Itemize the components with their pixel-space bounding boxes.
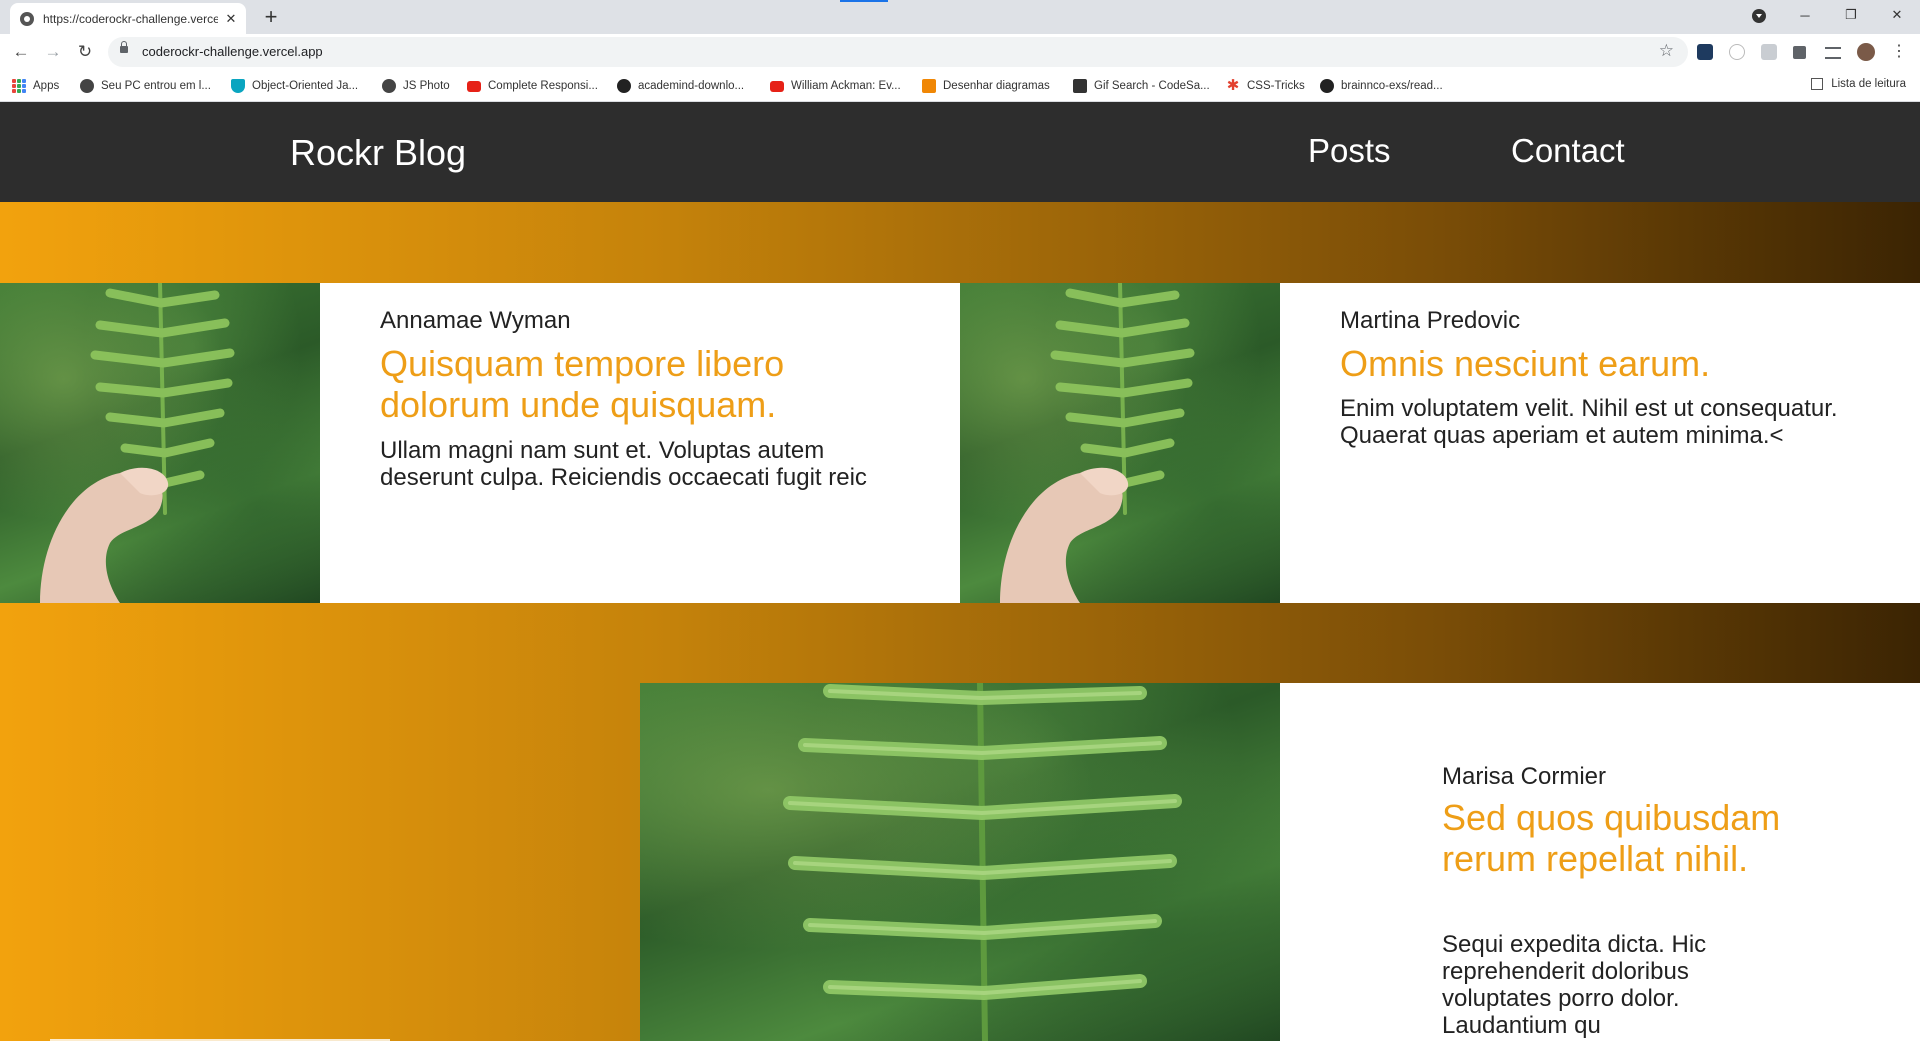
browser-tab[interactable]: https://coderockr-challenge.vercel.app ✕ [10,3,246,34]
nav-posts-link[interactable]: Posts [1308,132,1391,170]
drawio-icon [922,79,936,93]
arrow-right-icon[interactable]: → [42,41,64,63]
post-excerpt: Sequi expedita dicta. Hic reprehenderit … [1442,931,1707,1039]
post-image[interactable] [0,283,320,603]
browser-tab-bar: https://coderockr-challenge.vercel.app ✕… [0,0,1920,34]
globe-icon [382,79,396,93]
browser-toolbar: ← → ↻ coderockr-challenge.vercel.app ☆ ⋮ [0,34,1920,70]
post-author: Martina Predovic [1340,307,1521,334]
post-title[interactable]: Quisquam tempore libero dolorum unde qui… [380,343,850,425]
github-icon [1320,79,1334,93]
avatar[interactable] [1857,43,1875,61]
bookmark-item[interactable]: ✱ CSS-Tricks [1226,77,1305,95]
bookmark-apps[interactable]: Apps [12,77,59,95]
bookmark-item[interactable]: JS Photo [382,77,450,95]
post-card[interactable]: Annamae Wyman Quisquam tempore libero do… [320,283,960,603]
fern-photo [783,683,1182,1041]
bookmark-label: JS Photo [403,80,450,92]
restore-icon[interactable]: ❐ [1836,0,1866,30]
post-title[interactable]: Sed quos quibusdam rerum repellat nihil. [1442,797,1782,879]
bookmark-label: William Ackman: Ev... [791,80,901,92]
bookmark-label: CSS-Tricks [1247,80,1305,92]
close-icon[interactable]: ✕ [224,11,238,27]
bookmark-label: Object-Oriented Ja... [252,80,359,92]
bookmark-label: brainnco-exs/read... [1341,80,1443,92]
reading-list[interactable]: Lista de leitura [1811,78,1906,90]
kebab-icon[interactable]: ⋮ [1888,41,1910,63]
bookmark-label: Desenhar diagramas [943,80,1050,92]
post-excerpt: Enim voluptatem velit. Nihil est ut cons… [1340,395,1838,449]
fern-hand-photo [1000,283,1195,603]
apps-grid-icon [12,79,26,93]
minimize-icon[interactable]: ─ [1790,0,1820,30]
tab-strip-indicator [840,0,888,2]
bookmark-label: Complete Responsi... [488,80,598,92]
bookmark-item[interactable]: academind-downlo... [617,77,744,95]
fern-hand-photo [40,283,235,603]
bookmark-item[interactable]: brainnco-exs/read... [1320,77,1443,95]
bookmark-item[interactable]: Object-Oriented Ja... [231,77,358,95]
github-icon [617,79,631,93]
post-image[interactable] [960,283,1280,603]
post-card[interactable]: Martina Predovic Omnis nesciunt earum. E… [1280,283,1920,603]
star-icon[interactable]: ☆ [1659,41,1674,61]
puzzle-icon[interactable] [1793,46,1806,59]
site-header: Rockr Blog Posts Contact [0,102,1920,202]
reading-list-label: Lista de leitura [1831,78,1906,90]
nav-contact-link[interactable]: Contact [1511,132,1625,170]
lock-icon[interactable] [120,41,128,53]
globe-icon [80,79,94,93]
media-queue-icon[interactable] [1825,47,1841,59]
extension-circle-icon[interactable] [1729,44,1745,60]
post-card[interactable]: Marisa Cormier Sed quos quibusdam rerum … [1280,683,1920,1041]
bookmark-item[interactable]: Gif Search - CodeSa... [1073,77,1210,95]
tab-search-icon[interactable] [1752,9,1766,23]
udemy-icon [231,79,245,93]
post-author: Annamae Wyman [380,307,571,334]
bookmark-label: academind-downlo... [638,80,745,92]
bookmark-item[interactable]: Complete Responsi... [467,77,598,95]
post-excerpt: Ullam magni nam sunt et. Voluptas autem … [380,437,867,491]
bookmark-item[interactable]: Seu PC entrou em l... [80,77,211,95]
address-bar[interactable]: coderockr-challenge.vercel.app ☆ [108,37,1688,67]
bookmark-label: Apps [33,80,60,92]
bookmark-item[interactable]: William Ackman: Ev... [770,77,901,95]
bookmark-label: Gif Search - CodeSa... [1094,80,1210,92]
reading-list-icon [1811,78,1824,90]
codesandbox-icon [1073,79,1087,93]
bookmarks-bar: Apps Seu PC entrou em l... Object-Orient… [0,70,1920,102]
youtube-icon [467,80,481,92]
bookmark-item[interactable]: Desenhar diagramas [922,77,1050,95]
site-favicon-icon [20,11,34,26]
extension-m-icon[interactable] [1761,44,1777,60]
youtube-icon [770,80,784,92]
post-author: Marisa Cormier [1442,763,1607,790]
url-text[interactable]: coderockr-challenge.vercel.app [142,44,323,59]
react-devtools-icon[interactable] [1697,44,1713,60]
css-tricks-icon: ✱ [1226,77,1240,94]
tab-title: https://coderockr-challenge.vercel.app [43,11,218,26]
plus-icon[interactable]: + [258,4,284,30]
arrow-left-icon[interactable]: ← [10,41,32,63]
post-title[interactable]: Omnis nesciunt earum. [1340,343,1880,384]
window-close-icon[interactable]: ✕ [1882,0,1912,30]
bookmark-label: Seu PC entrou em l... [101,80,211,92]
reload-icon[interactable]: ↻ [74,41,96,63]
site-logo[interactable]: Rockr Blog [290,132,466,174]
post-image[interactable] [640,683,1280,1041]
